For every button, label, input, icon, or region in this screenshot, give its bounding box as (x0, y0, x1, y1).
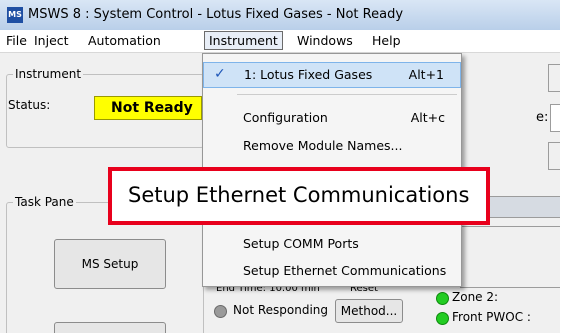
right-control-1[interactable] (548, 64, 560, 92)
checkmark-icon: ✓ (214, 66, 226, 82)
menu-item-configuration[interactable]: Configuration (243, 110, 328, 125)
method-button[interactable]: Method... (335, 299, 403, 323)
not-responding-label: Not Responding (233, 303, 329, 317)
menu-instrument[interactable]: Instrument (204, 31, 283, 50)
menu-inject[interactable]: Inject (34, 33, 69, 48)
window-title: MSWS 8 : System Control - Lotus Fixed Ga… (28, 7, 404, 22)
menu-help[interactable]: Help (372, 33, 401, 48)
front-pwoc-led-icon (436, 312, 449, 325)
zone-panel: Zone 2: Front PWOC : (412, 286, 560, 333)
app-icon: MS (7, 7, 23, 23)
task-pane-label: Task Pane (13, 195, 76, 209)
menu-item-label: 1: Lotus Fixed Gases (244, 67, 373, 82)
menu-separator (237, 94, 457, 95)
menu-item-setup-comm-ports[interactable]: Setup COMM Ports (243, 236, 359, 251)
highlight-callout: Setup Ethernet Communications (108, 167, 490, 225)
menu-item-remove-module-names[interactable]: Remove Module Names... (243, 138, 402, 153)
task-pane-button-2[interactable] (54, 322, 166, 333)
title-bar: MS MSWS 8 : System Control - Lotus Fixed… (0, 0, 560, 31)
zone2-led-icon (436, 292, 449, 305)
status-label: Status: (8, 98, 51, 112)
front-pwoc-label: Front PWOC : (452, 310, 531, 324)
menu-file[interactable]: File (6, 33, 27, 48)
partial-label: e: (536, 110, 549, 125)
callout-text: Setup Ethernet Communications (128, 183, 470, 207)
right-control-2[interactable] (550, 104, 560, 132)
ms-setup-button[interactable]: MS Setup (54, 239, 166, 289)
not-responding-indicator (214, 305, 227, 318)
zone2-label: Zone 2: (452, 290, 499, 304)
menu-item-lotus-fixed-gases[interactable]: ✓ 1: Lotus Fixed Gases Alt+1 (203, 62, 461, 88)
right-control-3[interactable] (548, 142, 560, 170)
configuration-shortcut: Alt+c (410, 110, 445, 125)
instrument-group-label: Instrument (13, 67, 84, 81)
menu-bar: File Inject Automation Instrument Window… (0, 30, 560, 53)
status-badge: Not Ready (94, 96, 202, 120)
status-value: Not Ready (111, 100, 193, 116)
menu-item-setup-ethernet[interactable]: Setup Ethernet Communications (243, 263, 446, 278)
menu-item-shortcut: Alt+1 (408, 67, 444, 82)
menu-automation[interactable]: Automation (88, 33, 161, 48)
menu-windows[interactable]: Windows (297, 33, 353, 48)
right-panel-body (460, 226, 560, 288)
